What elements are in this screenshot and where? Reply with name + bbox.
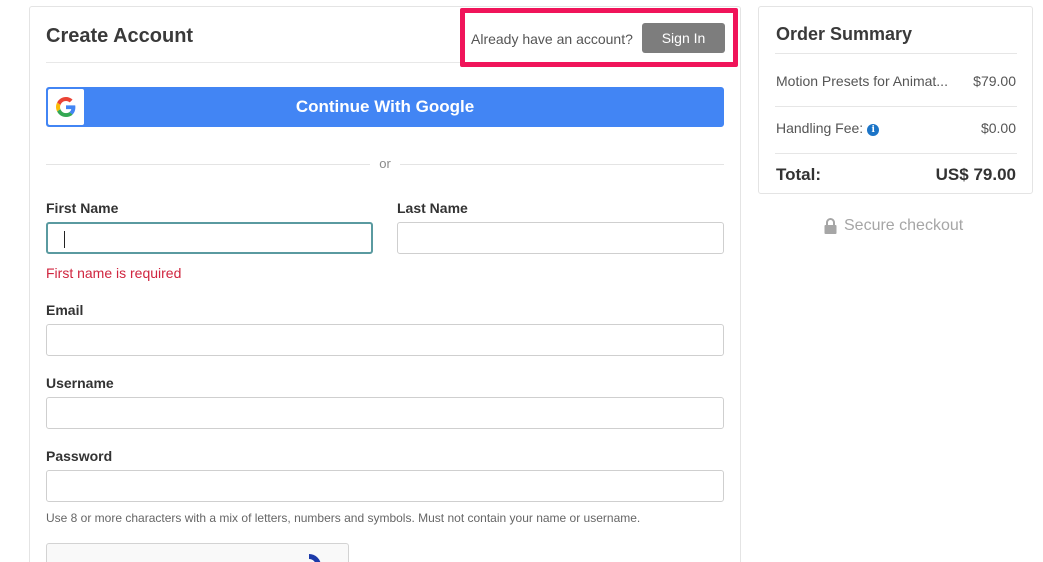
summary-divider: [775, 153, 1017, 154]
total-value: US$ 79.00: [935, 165, 1016, 184]
lock-icon: [824, 218, 837, 234]
secure-checkout-text: Secure checkout: [844, 217, 964, 234]
password-hint: Use 8 or more characters with a mix of l…: [46, 511, 641, 525]
recaptcha-widget[interactable]: [46, 543, 349, 562]
email-label: Email: [46, 302, 84, 318]
item-name: Motion Presets for Animat...: [776, 73, 948, 89]
create-account-panel: Create Account Continue With Google or F…: [29, 6, 741, 562]
first-name-input[interactable]: [46, 222, 373, 254]
password-input[interactable]: [46, 470, 724, 502]
email-input[interactable]: [46, 324, 724, 356]
item-price: $79.00: [973, 73, 1016, 89]
or-divider-text: or: [379, 156, 391, 171]
order-summary-panel: Order Summary Motion Presets for Animat.…: [758, 6, 1033, 194]
summary-divider: [775, 106, 1017, 107]
total-label: Total:: [776, 165, 822, 184]
divider-left: [46, 164, 370, 165]
divider-right: [400, 164, 724, 165]
password-label: Password: [46, 448, 113, 464]
first-name-error: First name is required: [46, 265, 182, 281]
recaptcha-icon: [309, 554, 321, 562]
username-input[interactable]: [46, 397, 724, 429]
google-button-label: Continue With Google: [295, 97, 475, 116]
text-caret: [64, 231, 65, 248]
first-name-label: First Name: [46, 200, 119, 216]
summary-divider: [775, 53, 1017, 54]
info-icon[interactable]: i: [867, 124, 880, 136]
sign-in-callout: Already have an account? Sign In: [460, 8, 738, 67]
already-have-account-text: Already have an account?: [471, 31, 633, 47]
page-title: Create Account: [46, 25, 194, 47]
secure-checkout: Secure checkout: [824, 217, 963, 235]
sign-in-button[interactable]: Sign In: [642, 23, 725, 53]
handling-fee-row: Handling Fee: i: [776, 120, 880, 136]
last-name-input[interactable]: [397, 222, 724, 254]
username-label: Username: [46, 375, 114, 391]
handling-fee-value: $0.00: [980, 120, 1016, 136]
continue-with-google-button[interactable]: Continue With Google: [46, 87, 724, 127]
handling-fee-label: Handling Fee:: [776, 120, 864, 136]
order-summary-title: Order Summary: [776, 24, 913, 44]
last-name-label: Last Name: [397, 200, 468, 216]
